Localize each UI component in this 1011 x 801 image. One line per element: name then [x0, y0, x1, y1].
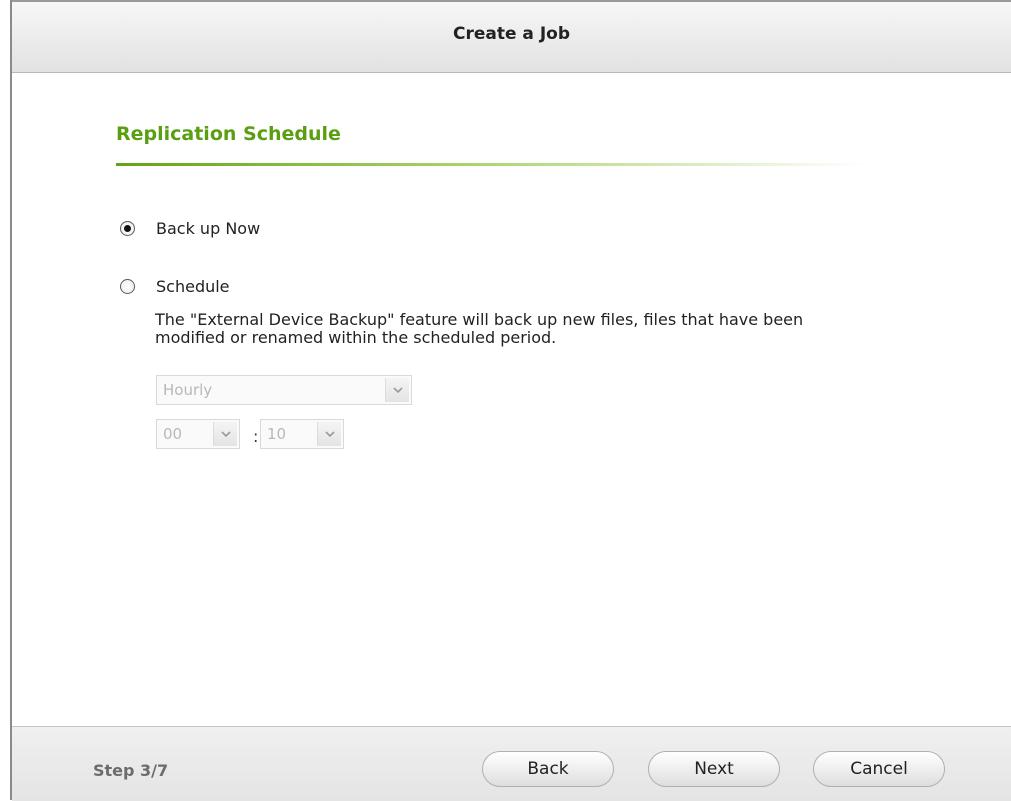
dialog-footer: Step 3/7 Back Next Cancel [12, 726, 1011, 801]
chevron-down-icon [317, 422, 341, 446]
backup-now-option[interactable]: Back up Now [120, 219, 260, 238]
backup-now-label: Back up Now [156, 219, 261, 238]
schedule-option[interactable]: Schedule [120, 277, 230, 296]
next-button[interactable]: Next [648, 751, 780, 787]
schedule-description: The "External Device Backup" feature wil… [155, 310, 804, 347]
minute-select[interactable]: 10 [260, 419, 344, 449]
dialog-title: Create a Job [453, 24, 570, 44]
hour-select[interactable]: 00 [156, 419, 240, 449]
section-title: Replication Schedule [116, 123, 341, 145]
frequency-select[interactable]: Hourly [156, 375, 412, 405]
dialog-window: Create a Job Replication Schedule Back u… [10, 0, 1011, 801]
hour-value: 00 [163, 425, 183, 443]
backup-now-radio[interactable] [120, 221, 135, 236]
section-divider [116, 163, 866, 166]
step-indicator: Step 3/7 [93, 761, 169, 780]
back-button[interactable]: Back [482, 751, 614, 787]
time-separator: : [253, 427, 259, 446]
schedule-radio[interactable] [120, 279, 135, 294]
minute-value: 10 [267, 425, 287, 443]
title-bar: Create a Job [12, 0, 1011, 73]
chevron-down-icon [213, 422, 237, 446]
frequency-value: Hourly [163, 381, 213, 399]
cancel-button[interactable]: Cancel [813, 751, 945, 787]
schedule-label: Schedule [156, 277, 230, 296]
chevron-down-icon [385, 378, 409, 402]
